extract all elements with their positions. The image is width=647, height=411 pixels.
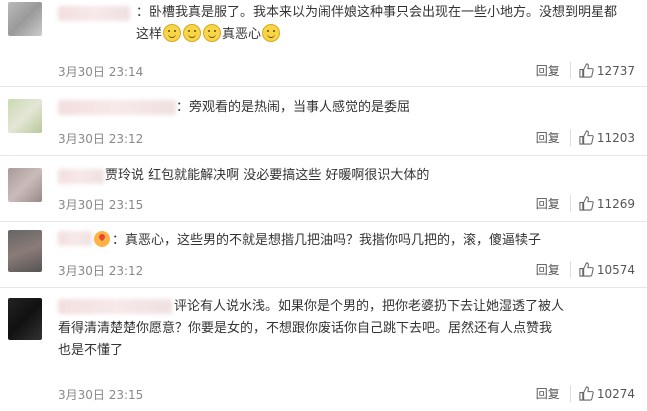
- comment-item: ：旁观看的是热闹，当事人感觉的是委屈 3月30日 23:12 回复 11203: [0, 87, 647, 156]
- comment-item: ：真恶心，这些男的不就是想揩几把油吗？我揩你吗几把的，滚，傻逼犊子 3月30日 …: [0, 222, 647, 288]
- comment-actions: 回复 10574: [536, 261, 635, 278]
- grin-emoji-icon: [183, 24, 202, 42]
- like-button[interactable]: 11269: [571, 196, 635, 211]
- comment-body: 真恶心，这些男的不就是想揩几把油吗？我揩你吗几把的，滚，傻逼犊子: [125, 233, 542, 248]
- comment-item: 贾玲说 红包就能解决啊 没必要搞这些 好暖啊很识大体的 3月30日 23:15 …: [0, 156, 647, 222]
- avatar[interactable]: [8, 230, 42, 272]
- like-button[interactable]: 10574: [571, 262, 635, 277]
- grin-emoji-icon: [163, 24, 182, 42]
- comment-body: 旁观看的是热闹，当事人感觉的是委屈: [189, 100, 411, 115]
- comment-body-line: 也是不懂了: [58, 343, 124, 358]
- thumbs-up-icon: [579, 63, 594, 78]
- comment-text: ：旁观看的是热闹，当事人感觉的是委屈: [176, 100, 411, 115]
- angry-emoji-icon: [94, 231, 110, 247]
- avatar[interactable]: [8, 168, 42, 202]
- username-blurred[interactable]: [58, 6, 130, 21]
- like-button[interactable]: 11203: [571, 130, 635, 145]
- avatar[interactable]: [8, 99, 42, 133]
- timestamp: 3月30日 23:15: [58, 198, 144, 212]
- username-blurred[interactable]: [58, 169, 104, 184]
- like-count: 11269: [596, 196, 635, 211]
- smile-emoji-icon: [262, 24, 281, 42]
- thumbs-up-icon: [579, 130, 594, 145]
- timestamp: 3月30日 23:12: [58, 264, 144, 278]
- avatar[interactable]: [8, 298, 42, 340]
- comment-body-line: 评论有人说水浅。如果你是个男的，把你老婆扔下去让她湿透了被人: [174, 299, 565, 314]
- comment-body-tail: 真恶心: [222, 27, 262, 42]
- comment-actions: 回复 10274: [536, 385, 635, 402]
- like-button[interactable]: 10274: [571, 386, 635, 401]
- reply-button[interactable]: 回复: [536, 129, 571, 146]
- comment-body: 贾玲说 红包就能解决啊 没必要搞这些 好暖啊很识大体的: [105, 168, 430, 183]
- like-count: 10574: [596, 262, 635, 277]
- comment-item: ：卧槽我真是服了。我本来以为闹伴娘这种事只会出现在一些小地方。没想到明星都这样真…: [0, 0, 647, 87]
- comment-body-line: 看得清清楚楚你愿意？你要是女的，不想跟你废话你自己跳下去吧。居然还有人点赞我: [58, 321, 553, 336]
- timestamp: 3月30日 23:12: [58, 132, 144, 146]
- username-blurred[interactable]: [58, 231, 92, 246]
- timestamp: 3月30日 23:14: [58, 65, 144, 79]
- comment-text: ：卧槽我真是服了。我本来以为闹伴娘这种事只会出现在一些小地方。没想到明星都这样真…: [136, 5, 618, 42]
- comment-actions: 回复 12737: [536, 62, 635, 79]
- comment-item: 评论有人说水浅。如果你是个男的，把你老婆扔下去让她湿透了被人 看得清清楚楚你愿意…: [0, 288, 647, 411]
- comment-actions: 回复 11269: [536, 195, 635, 212]
- thumbs-up-icon: [579, 196, 594, 211]
- like-count: 11203: [596, 130, 635, 145]
- reply-button[interactable]: 回复: [536, 385, 571, 402]
- comment-text: 贾玲说 红包就能解决啊 没必要搞这些 好暖啊很识大体的: [105, 165, 629, 187]
- reply-button[interactable]: 回复: [536, 195, 571, 212]
- avatar[interactable]: [8, 2, 42, 36]
- like-button[interactable]: 12737: [571, 63, 635, 78]
- comment-text: 评论有人说水浅。如果你是个男的，把你老婆扔下去让她湿透了被人 看得清清楚楚你愿意…: [58, 296, 629, 362]
- comment-text: ：真恶心，这些男的不就是想揩几把油吗？我揩你吗几把的，滚，傻逼犊子: [94, 230, 629, 252]
- like-count: 12737: [596, 63, 635, 78]
- comment-actions: 回复 11203: [536, 129, 635, 146]
- grin-emoji-icon: [203, 24, 222, 42]
- thumbs-up-icon: [579, 262, 594, 277]
- like-count: 10274: [596, 386, 635, 401]
- username-blurred[interactable]: [58, 100, 176, 115]
- timestamp: 3月30日 23:15: [58, 388, 144, 402]
- thumbs-up-icon: [579, 386, 594, 401]
- reply-button[interactable]: 回复: [536, 261, 571, 278]
- reply-button[interactable]: 回复: [536, 62, 571, 79]
